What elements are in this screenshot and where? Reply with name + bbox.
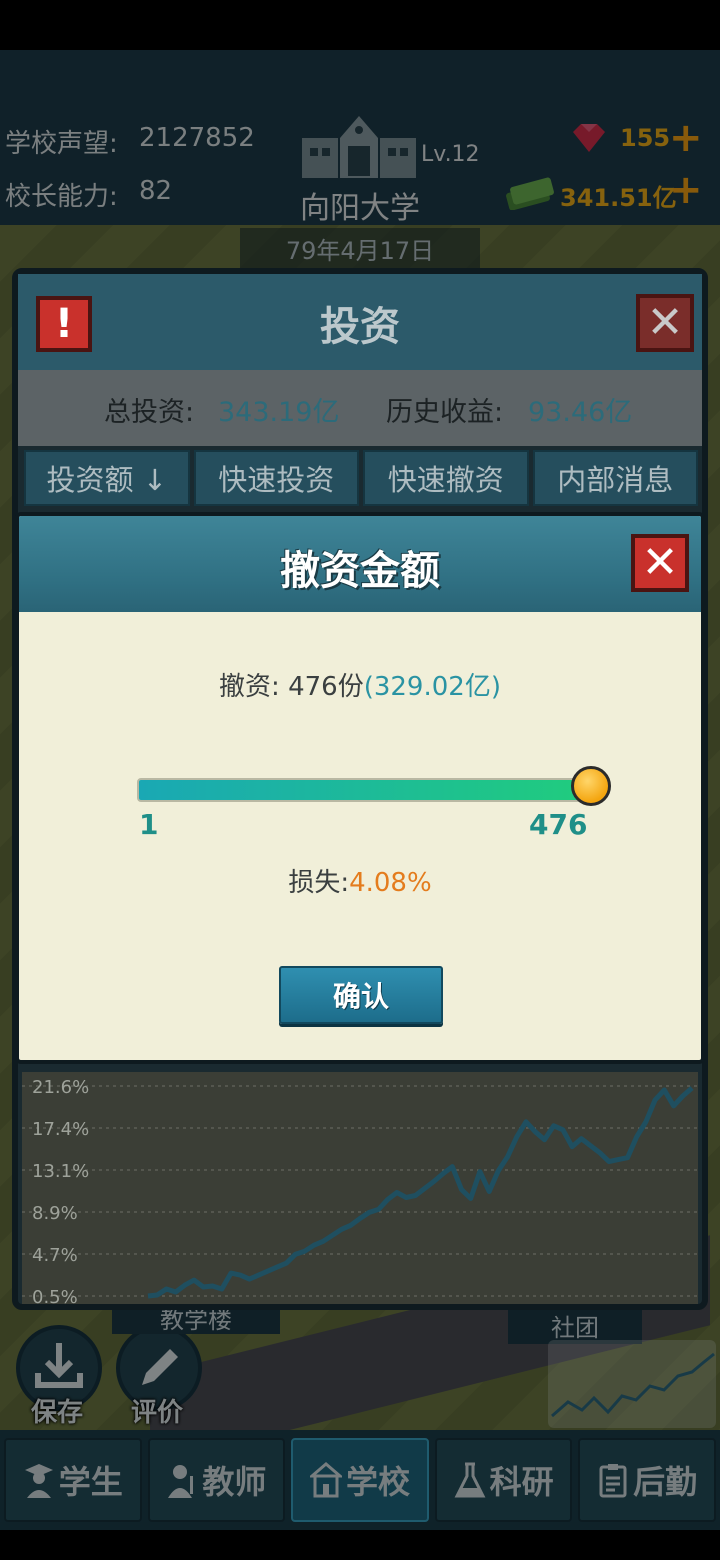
withdraw-close-button[interactable]: ✕ — [631, 534, 689, 592]
total-investment-label: 总投资: — [104, 397, 195, 428]
history-return-label: 历史收益: — [386, 397, 504, 428]
confirm-button[interactable]: 确认 — [279, 966, 443, 1024]
chart-series-line — [147, 1086, 694, 1299]
withdraw-slider-track[interactable] — [137, 778, 587, 802]
withdraw-slider-handle[interactable] — [571, 766, 611, 806]
chart-y-tick: 8.9% — [32, 1203, 78, 1224]
tab-quick-invest[interactable]: 快速投资 — [193, 450, 359, 506]
close-icon: ✕ — [646, 297, 684, 348]
investment-tabs: 投资额 ↓ 快速投资 快速撤资 内部消息 — [24, 450, 698, 506]
return-chart: 21.6% 17.4% 13.1% 8.9% 4.7% 0.5% — [22, 1072, 698, 1304]
history-return-value: 93.46亿 — [528, 397, 633, 428]
investment-close-button[interactable]: ✕ — [636, 294, 694, 352]
withdraw-dialog: 撤资金额 ✕ 撤资: 476份(329.02亿) 1 476 损失:4.08% … — [15, 512, 705, 1064]
return-chart-svg: 21.6% 17.4% 13.1% 8.9% 4.7% 0.5% — [22, 1077, 698, 1304]
chart-y-tick: 4.7% — [32, 1245, 78, 1266]
tab-inside-news[interactable]: 内部消息 — [532, 450, 698, 506]
loss-value: 4.08% — [349, 868, 432, 898]
withdraw-shares: 476份 — [288, 672, 364, 702]
withdraw-label: 撤资: — [219, 672, 280, 702]
withdraw-slider-fill — [139, 780, 585, 800]
chart-y-tick: 0.5% — [32, 1287, 78, 1304]
tab-investment-amount[interactable]: 投资额 ↓ — [24, 450, 190, 506]
slider-max: 476 — [529, 808, 588, 841]
withdraw-title: 撤资金额 — [280, 548, 440, 594]
investment-header: ! 投资 ✕ — [18, 274, 702, 370]
tab-quick-withdraw[interactable]: 快速撤资 — [363, 450, 529, 506]
chart-y-tick: 13.1% — [32, 1161, 89, 1182]
loss-summary: 损失:4.08% — [19, 862, 701, 899]
withdraw-summary: 撤资: 476份(329.02亿) — [19, 666, 701, 703]
status-bar — [0, 0, 720, 50]
close-icon: ✕ — [641, 537, 679, 588]
system-nav-bar — [0, 1530, 720, 1560]
chart-y-tick: 21.6% — [32, 1077, 89, 1098]
withdraw-header: 撤资金额 ✕ — [19, 516, 701, 612]
slider-min: 1 — [139, 808, 159, 841]
investment-title: 投资 — [320, 304, 400, 350]
total-investment-value: 343.19亿 — [218, 397, 340, 428]
withdraw-amount: (329.02亿) — [363, 672, 501, 702]
loss-label: 损失: — [288, 868, 350, 898]
chart-y-tick: 17.4% — [32, 1119, 89, 1140]
